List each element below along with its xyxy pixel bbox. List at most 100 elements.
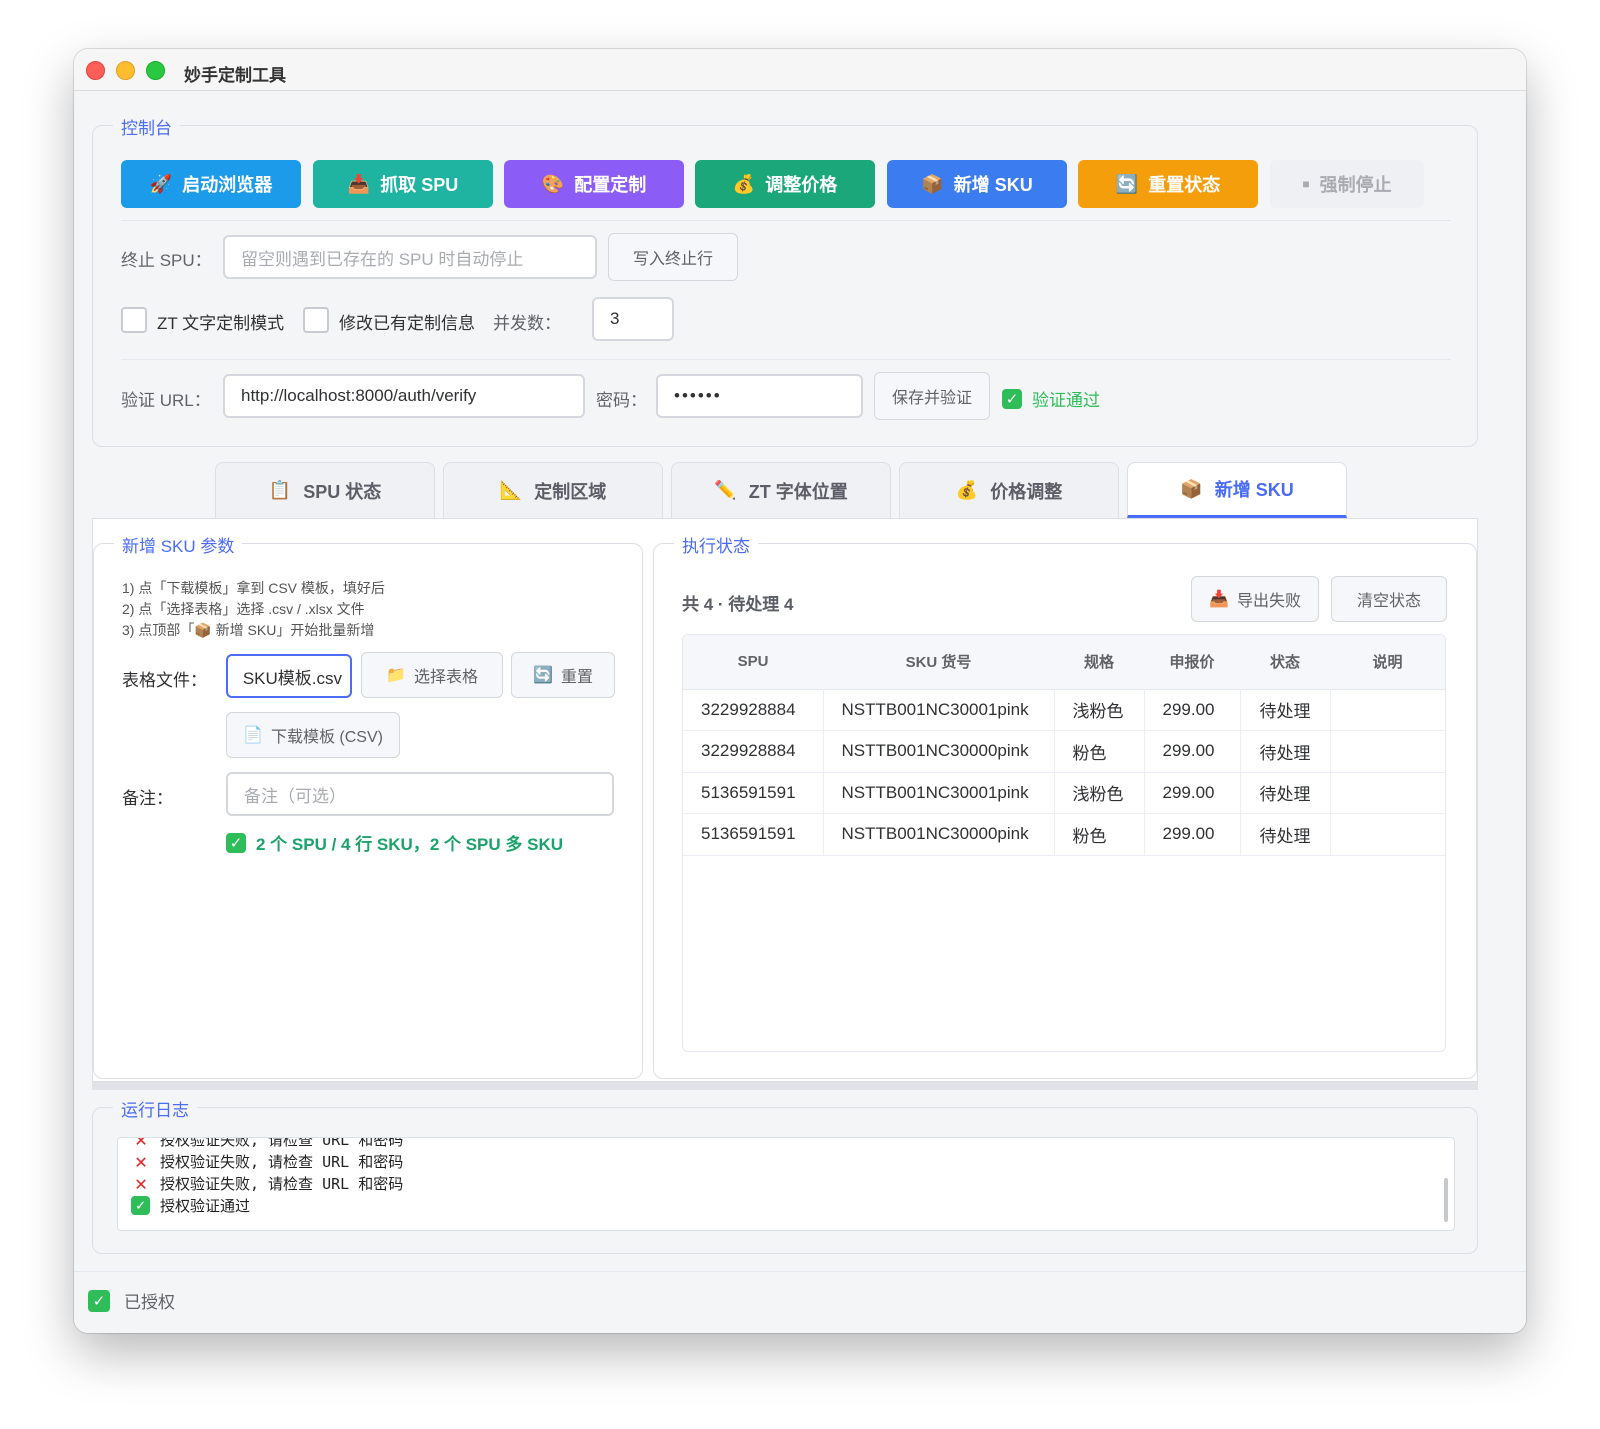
- choose-table-button[interactable]: 📁 选择表格: [361, 652, 503, 698]
- tab-custom-area[interactable]: 📐 定制区域: [443, 462, 663, 518]
- status-cell: 待处理: [1240, 730, 1331, 773]
- log-text: 授权验证失败, 请检查 URL 和密码: [160, 1152, 404, 1171]
- tab-spu-status[interactable]: 📋 SPU 状态: [215, 462, 435, 518]
- tab-zt-font-position[interactable]: ✏️ ZT 字体位置: [671, 462, 891, 518]
- document-icon: 📄: [243, 727, 263, 744]
- fetch-spu-button[interactable]: 📥 抓取 SPU: [313, 160, 493, 208]
- download-template-button[interactable]: 📄 下载模板 (CSV): [226, 712, 400, 758]
- minimize-window-button[interactable]: [116, 61, 135, 80]
- exec-summary: 共 4 · 待处理 4: [682, 595, 794, 614]
- refresh-icon: 🔄: [1115, 173, 1139, 194]
- tab-label: ZT 字体位置: [748, 481, 848, 502]
- file-path-input[interactable]: SKU模板.csv: [226, 654, 352, 698]
- write-stop-row-button[interactable]: 写入终止行: [608, 233, 738, 281]
- log-scrollbar[interactable]: [1444, 1178, 1448, 1222]
- pencil-icon: ✏️: [714, 480, 737, 500]
- force-stop-button[interactable]: ■ 强制停止: [1270, 160, 1424, 208]
- parse-summary-text: 2 个 SPU / 4 行 SKU，2 个 SPU 多 SKU: [256, 835, 564, 854]
- rocket-icon: 🚀: [149, 173, 173, 194]
- table-row[interactable]: 3229928884 NSTTB001NC30001pink 浅粉色 299.0…: [683, 689, 1445, 731]
- clear-status-button[interactable]: 清空状态: [1331, 576, 1447, 622]
- auth-status: ✓ 已授权: [88, 1288, 175, 1313]
- price-cell: 299.00: [1144, 689, 1241, 731]
- download-template-label: 下载模板 (CSV): [270, 729, 383, 746]
- spec-cell: 粉色: [1054, 813, 1145, 856]
- table-row[interactable]: 3229928884 NSTTB001NC30000pink 粉色 299.00…: [683, 730, 1445, 773]
- sku-cell: NSTTB001NC30000pink: [823, 730, 1055, 773]
- money-bag-icon: 💰: [955, 480, 979, 500]
- configure-custom-button[interactable]: 🎨 配置定制: [504, 160, 684, 208]
- export-failed-label: 导出失败: [1236, 593, 1301, 610]
- note-input[interactable]: 备注（可选）: [226, 772, 614, 816]
- note-label: 备注：: [122, 789, 173, 808]
- spu-cell: 5136591591: [683, 772, 824, 814]
- column-header[interactable]: SKU 货号: [823, 635, 1054, 690]
- tab-label: SPU 状态: [303, 481, 382, 502]
- clipboard-icon: 📋: [268, 480, 292, 500]
- package-icon: 📦: [921, 173, 944, 194]
- adjust-price-button[interactable]: 💰 调整价格: [695, 160, 875, 208]
- log-output[interactable]: ✕ 授权验证失败, 请检查 URL 和密码 ✕ 授权验证失败, 请检查 URL …: [117, 1137, 1455, 1231]
- add-sku-label: 新增 SKU: [953, 175, 1033, 195]
- sku-cell: NSTTB001NC30001pink: [823, 689, 1055, 731]
- tab-price-adjust[interactable]: 💰 价格调整: [899, 462, 1119, 518]
- divider: [121, 359, 1451, 360]
- package-icon: 📦: [1180, 478, 1203, 499]
- instruction-line: 2) 点「选择表格」选择 .csv / .xlsx 文件: [122, 601, 365, 617]
- verify-status: ✓ 验证通过: [1002, 386, 1100, 411]
- spec-cell: 粉色: [1054, 730, 1145, 773]
- column-header[interactable]: 申报价: [1144, 635, 1240, 690]
- reset-file-button[interactable]: 🔄 重置: [511, 652, 615, 698]
- console-title: 控制台: [113, 114, 180, 139]
- folder-icon: 📁: [386, 667, 406, 684]
- reset-status-label: 重置状态: [1148, 175, 1221, 195]
- log-line: ✓ 授权验证通过: [130, 1194, 1430, 1216]
- column-header[interactable]: 说明: [1330, 635, 1445, 690]
- column-header[interactable]: 规格: [1054, 635, 1144, 690]
- status-cell: 待处理: [1240, 813, 1331, 856]
- choose-table-label: 选择表格: [413, 669, 478, 686]
- sku-cell: NSTTB001NC30001pink: [823, 772, 1055, 814]
- status-bar: ✓ 已授权: [74, 1271, 1526, 1333]
- status-table: SPU SKU 货号 规格 申报价 状态 说明 3229928884 NSTTB…: [682, 634, 1446, 1052]
- verify-url-input[interactable]: http://localhost:8000/auth/verify: [223, 374, 585, 418]
- close-window-button[interactable]: [86, 61, 105, 80]
- add-sku-button[interactable]: 📦 新增 SKU: [887, 160, 1067, 208]
- adjust-price-label: 调整价格: [765, 175, 838, 195]
- log-text: 授权验证失败, 请检查 URL 和密码: [160, 1174, 404, 1193]
- note-cell: [1330, 730, 1445, 773]
- splitter-handle[interactable]: [92, 1082, 1478, 1090]
- price-cell: 299.00: [1144, 730, 1241, 773]
- auth-status-text: 已授权: [124, 1293, 175, 1312]
- password-label: 密码：: [596, 391, 647, 410]
- cross-icon: ✕: [134, 1149, 148, 1173]
- launch-browser-button[interactable]: 🚀 启动浏览器: [121, 160, 301, 208]
- concurrency-spinbox[interactable]: 3: [592, 297, 674, 341]
- column-header[interactable]: SPU: [683, 635, 823, 690]
- table-header-row: SPU SKU 货号 规格 申报价 状态 说明: [683, 635, 1445, 690]
- zt-mode-checkbox[interactable]: [121, 307, 147, 333]
- stop-square-icon: ■: [1302, 177, 1310, 191]
- reset-status-button[interactable]: 🔄 重置状态: [1078, 160, 1258, 208]
- log-panel: 运行日志 ✕ 授权验证失败, 请检查 URL 和密码 ✕ 授权验证失败, 请检查…: [92, 1096, 1478, 1254]
- check-icon: ✓: [88, 1289, 110, 1312]
- check-icon: ✓: [1002, 388, 1022, 409]
- table-row[interactable]: 5136591591 NSTTB001NC30001pink 浅粉色 299.0…: [683, 772, 1445, 814]
- log-line: ✕ 授权验证失败, 请检查 URL 和密码: [130, 1138, 1430, 1151]
- verify-status-text: 验证通过: [1032, 391, 1100, 410]
- exec-status-panel: 执行状态 共 4 · 待处理 4 📥 导出失败 清空状态 SPU SKU 货号: [653, 532, 1477, 1079]
- table-row[interactable]: 5136591591 NSTTB001NC30000pink 粉色 299.00…: [683, 813, 1445, 856]
- column-header[interactable]: 状态: [1240, 635, 1330, 690]
- refresh-icon: 🔄: [533, 667, 553, 684]
- zoom-window-button[interactable]: [146, 61, 165, 80]
- stop-spu-input[interactable]: 留空则遇到已存在的 SPU 时自动停止: [223, 235, 597, 279]
- note-cell: [1330, 813, 1445, 856]
- save-verify-button[interactable]: 保存并验证: [874, 372, 990, 420]
- password-input[interactable]: ••••••: [656, 374, 863, 418]
- tab-add-sku[interactable]: 📦 新增 SKU: [1127, 462, 1347, 518]
- modify-existing-checkbox[interactable]: [303, 307, 329, 333]
- app-window: 妙手定制工具 控制台 🚀 启动浏览器 📥 抓取 SPU 🎨 配置定制 💰 调整价…: [74, 49, 1526, 1333]
- export-failed-button[interactable]: 📥 导出失败: [1191, 576, 1319, 622]
- price-cell: 299.00: [1144, 813, 1241, 856]
- launch-browser-label: 启动浏览器: [182, 175, 273, 195]
